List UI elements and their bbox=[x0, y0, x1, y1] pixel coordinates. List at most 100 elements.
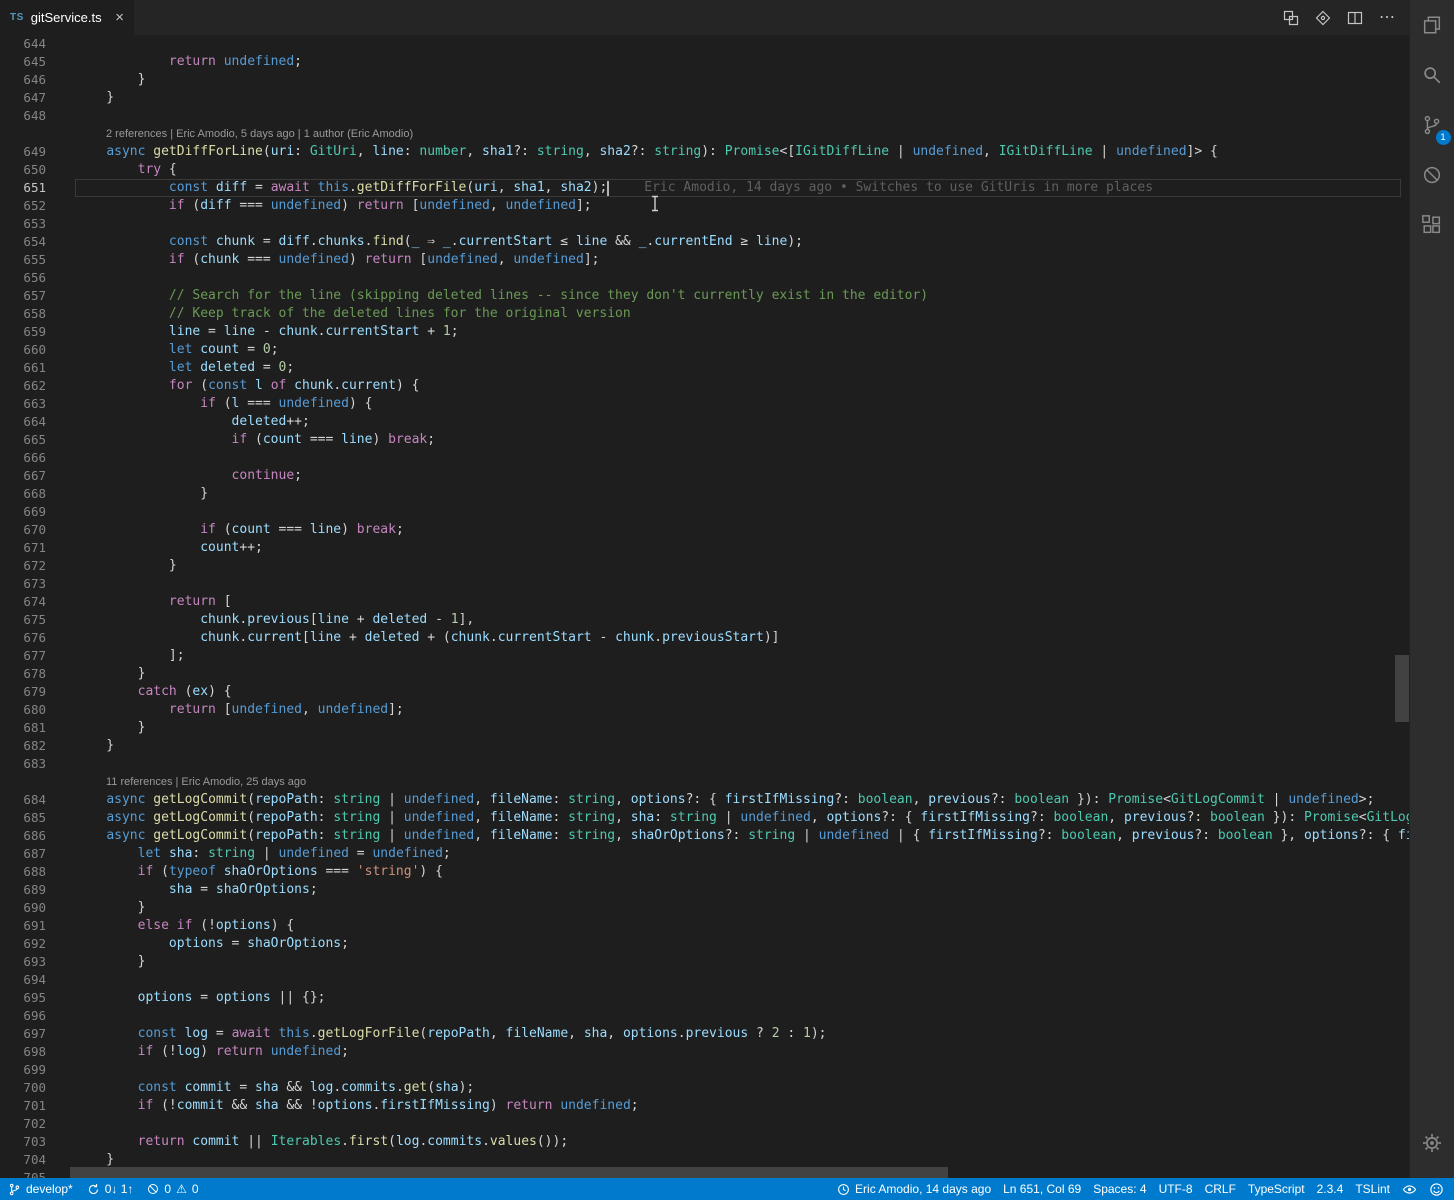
code-line[interactable]: 699 bbox=[0, 1061, 1409, 1079]
code-line[interactable]: 678 } bbox=[0, 665, 1409, 683]
code-line[interactable]: 661 let deleted = 0; bbox=[0, 359, 1409, 377]
code-line[interactable]: 700 const commit = sha && log.commits.ge… bbox=[0, 1079, 1409, 1097]
code-line[interactable]: 691 else if (!options) { bbox=[0, 917, 1409, 935]
code-text: if (diff === undefined) return [undefine… bbox=[168, 198, 592, 213]
code-line[interactable]: 667 continue; bbox=[0, 467, 1409, 485]
code-line[interactable]: 693 } bbox=[0, 953, 1409, 971]
code-line[interactable]: 692 options = shaOrOptions; bbox=[0, 935, 1409, 953]
code-line[interactable]: 695 options = options || {}; bbox=[0, 989, 1409, 1007]
code-line[interactable]: 687 let sha: string | undefined = undefi… bbox=[0, 845, 1409, 863]
more-actions-icon[interactable]: ⋯ bbox=[1379, 9, 1395, 26]
blame-indicator[interactable]: Eric Amodio, 14 days ago bbox=[837, 1178, 991, 1200]
code-line[interactable]: 703 return commit || Iterables.first(log… bbox=[0, 1133, 1409, 1151]
gitlens-icon[interactable] bbox=[1315, 10, 1331, 26]
code-line[interactable]: 689 sha = shaOrOptions; bbox=[0, 881, 1409, 899]
activity-explorer[interactable] bbox=[1410, 0, 1454, 50]
code-line[interactable]: 646 } bbox=[0, 71, 1409, 89]
code-line[interactable]: 659 line = line - chunk.currentStart + 1… bbox=[0, 323, 1409, 341]
code-line[interactable]: 651 const diff = await this.getDiffForFi… bbox=[0, 179, 1409, 197]
activity-search[interactable] bbox=[1410, 50, 1454, 100]
settings-gear-icon[interactable] bbox=[1410, 1118, 1454, 1168]
code-line[interactable]: 653 bbox=[0, 215, 1409, 233]
code-line[interactable]: 696 bbox=[0, 1007, 1409, 1025]
code-line[interactable]: 679 catch (ex) { bbox=[0, 683, 1409, 701]
code-line[interactable]: 663 if (l === undefined) { bbox=[0, 395, 1409, 413]
code-line[interactable]: 688 if (typeof shaOrOptions === 'string'… bbox=[0, 863, 1409, 881]
code-line[interactable]: 658 // Keep track of the deleted lines f… bbox=[0, 305, 1409, 323]
code-line[interactable]: 674 return [ bbox=[0, 593, 1409, 611]
activity-extensions[interactable] bbox=[1410, 200, 1454, 250]
code-line[interactable]: 656 bbox=[0, 269, 1409, 287]
problems-indicator[interactable]: 0 ⚠ 0 bbox=[147, 1178, 199, 1200]
code-line[interactable]: 686 async getLogCommit(repoPath: string … bbox=[0, 827, 1409, 845]
linter-indicator[interactable]: TSLint bbox=[1355, 1178, 1390, 1200]
code-text: catch (ex) { bbox=[137, 684, 232, 699]
code-line[interactable]: 698 if (!log) return undefined; bbox=[0, 1043, 1409, 1061]
line-number: 701 bbox=[23, 1098, 46, 1113]
line-number: 683 bbox=[23, 756, 46, 771]
code-line[interactable]: 682 } bbox=[0, 737, 1409, 755]
ts-version-indicator[interactable]: 2.3.4 bbox=[1317, 1178, 1344, 1200]
code-line[interactable]: 648 bbox=[0, 107, 1409, 125]
code-line[interactable]: 697 const log = await this.getLogForFile… bbox=[0, 1025, 1409, 1043]
code-editor[interactable]: 644 645 return undefined; 646 } 647 } 648 2 r… bbox=[0, 35, 1409, 1178]
code-line[interactable]: 657 // Search for the line (skipping del… bbox=[0, 287, 1409, 305]
encoding-indicator[interactable]: UTF-8 bbox=[1159, 1178, 1193, 1200]
code-line[interactable]: 694 bbox=[0, 971, 1409, 989]
activity-debug[interactable] bbox=[1410, 150, 1454, 200]
codelens-text[interactable]: 11 references | Eric Amodio, 25 days ago bbox=[75, 773, 306, 791]
code-line[interactable]: 685 async getLogCommit(repoPath: string … bbox=[0, 809, 1409, 827]
open-changes-icon[interactable] bbox=[1283, 10, 1299, 26]
code-line[interactable]: 702 bbox=[0, 1115, 1409, 1133]
close-icon[interactable]: × bbox=[115, 10, 124, 25]
code-line[interactable]: 668 } bbox=[0, 485, 1409, 503]
line-number: 645 bbox=[23, 54, 46, 69]
horizontal-scrollbar-thumb[interactable] bbox=[70, 1167, 948, 1178]
code-line[interactable]: 701 if (!commit && sha && !options.first… bbox=[0, 1097, 1409, 1115]
code-line[interactable]: 645 return undefined; bbox=[0, 53, 1409, 71]
code-line[interactable]: 690 } bbox=[0, 899, 1409, 917]
code-line[interactable]: 647 } bbox=[0, 89, 1409, 107]
code-line[interactable]: 681 } bbox=[0, 719, 1409, 737]
code-line[interactable]: 684 async getLogCommit(repoPath: string … bbox=[0, 791, 1409, 809]
activity-source-control[interactable]: 1 bbox=[1410, 100, 1454, 150]
code-line[interactable]: 669 bbox=[0, 503, 1409, 521]
vertical-scrollbar[interactable] bbox=[1395, 35, 1409, 1167]
code-line[interactable]: 665 if (count === line) break; bbox=[0, 431, 1409, 449]
horizontal-scrollbar[interactable] bbox=[0, 1167, 1395, 1178]
cursor-position[interactable]: Ln 651, Col 69 bbox=[1003, 1178, 1081, 1200]
code-text: let sha: string | undefined = undefined; bbox=[137, 846, 451, 861]
split-editor-icon[interactable] bbox=[1347, 10, 1363, 26]
codelens[interactable]: 2 references | Eric Amodio, 5 days ago |… bbox=[0, 125, 1409, 143]
code-line[interactable]: 683 bbox=[0, 755, 1409, 773]
code-line[interactable]: 673 bbox=[0, 575, 1409, 593]
code-line[interactable]: 672 } bbox=[0, 557, 1409, 575]
code-line[interactable]: 666 bbox=[0, 449, 1409, 467]
code-line[interactable]: 644 bbox=[0, 35, 1409, 53]
code-line[interactable]: 650 try { bbox=[0, 161, 1409, 179]
indentation-indicator[interactable]: Spaces: 4 bbox=[1093, 1178, 1146, 1200]
codelens-text[interactable]: 2 references | Eric Amodio, 5 days ago |… bbox=[75, 125, 413, 143]
code-line[interactable]: 670 if (count === line) break; bbox=[0, 521, 1409, 539]
code-line[interactable]: 652 if (diff === undefined) return [unde… bbox=[0, 197, 1409, 215]
branch-indicator[interactable]: develop* bbox=[8, 1178, 73, 1200]
language-indicator[interactable]: TypeScript bbox=[1248, 1178, 1305, 1200]
code-line[interactable]: 649 async getDiffForLine(uri: GitUri, li… bbox=[0, 143, 1409, 161]
code-line[interactable]: 655 if (chunk === undefined) return [und… bbox=[0, 251, 1409, 269]
code-line[interactable]: 660 let count = 0; bbox=[0, 341, 1409, 359]
code-line[interactable]: 680 return [undefined, undefined]; bbox=[0, 701, 1409, 719]
code-line[interactable]: 675 chunk.previous[line + deleted - 1], bbox=[0, 611, 1409, 629]
tab-gitservice[interactable]: TS gitService.ts × bbox=[0, 0, 134, 35]
code-line[interactable]: 671 count++; bbox=[0, 539, 1409, 557]
vertical-scrollbar-thumb[interactable] bbox=[1395, 655, 1409, 722]
feedback-smiley-icon[interactable] bbox=[1429, 1178, 1444, 1200]
eye-icon[interactable] bbox=[1402, 1178, 1417, 1200]
codelens[interactable]: 11 references | Eric Amodio, 25 days ago bbox=[0, 773, 1409, 791]
eol-indicator[interactable]: CRLF bbox=[1205, 1178, 1236, 1200]
code-line[interactable]: 664 deleted++; bbox=[0, 413, 1409, 431]
code-line[interactable]: 677 ]; bbox=[0, 647, 1409, 665]
code-line[interactable]: 654 const chunk = diff.chunks.find(_ ⇒ _… bbox=[0, 233, 1409, 251]
code-line[interactable]: 662 for (const l of chunk.current) { bbox=[0, 377, 1409, 395]
code-line[interactable]: 676 chunk.current[line + deleted + (chun… bbox=[0, 629, 1409, 647]
sync-indicator[interactable]: 0↓ 1↑ bbox=[87, 1178, 133, 1200]
